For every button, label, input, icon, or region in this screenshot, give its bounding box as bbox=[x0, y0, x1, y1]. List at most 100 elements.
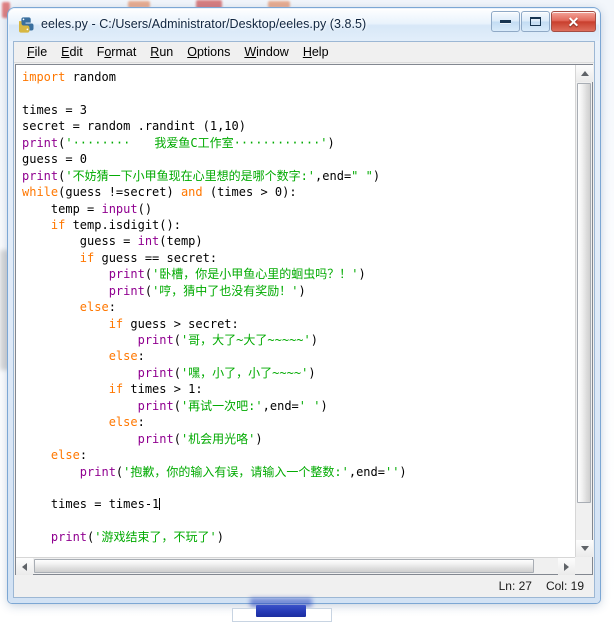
scroll-right-icon bbox=[564, 562, 569, 571]
code-token: while bbox=[22, 185, 59, 200]
code-token: '游戏结束了，不玩了' bbox=[94, 530, 217, 545]
code-token: : bbox=[137, 415, 145, 430]
maximize-button[interactable] bbox=[521, 11, 550, 32]
code-line: print('卧槽，你是小甲鱼心里的蛔虫吗？！') bbox=[22, 266, 575, 282]
code-line: else: bbox=[22, 414, 575, 430]
menu-item-Window[interactable]: Window bbox=[237, 43, 295, 61]
minimize-button[interactable] bbox=[491, 11, 520, 32]
menu-accelerator: F bbox=[27, 45, 35, 59]
horizontal-scrollbar[interactable] bbox=[16, 557, 575, 575]
code-token: ( bbox=[173, 398, 181, 413]
vertical-scrollbar-thumb[interactable] bbox=[577, 83, 591, 503]
code-token: '哼，猜中了也没有奖励！' bbox=[152, 283, 299, 298]
code-token: ,end= bbox=[348, 464, 385, 479]
menu-accelerator: E bbox=[61, 45, 70, 59]
minimize-icon bbox=[500, 20, 511, 23]
menu-item-Help[interactable]: Help bbox=[296, 43, 336, 61]
code-token: int bbox=[137, 234, 160, 249]
menu-item-Run[interactable]: Run bbox=[143, 43, 180, 61]
code-token: else bbox=[108, 349, 138, 364]
code-editor-text[interactable]: import random times = 3 secret = random .… bbox=[16, 65, 575, 557]
status-line-number: Ln: 27 bbox=[498, 579, 532, 593]
menu-item-File[interactable]: File bbox=[20, 43, 54, 61]
code-token: import bbox=[22, 70, 66, 84]
title-bar[interactable]: eeles.py - C:/Users/Administrator/Deskto… bbox=[8, 8, 600, 40]
code-token: times = times-1 bbox=[22, 497, 160, 512]
code-line: else: bbox=[22, 447, 575, 463]
taskbar-item-active-indicator[interactable] bbox=[256, 605, 306, 617]
code-token: else bbox=[79, 300, 109, 315]
code-line: print('嘿，小了，小了~~~~') bbox=[22, 365, 575, 381]
python-idle-icon bbox=[17, 16, 34, 33]
menu-item-Format[interactable]: Format bbox=[90, 43, 144, 61]
code-line: guess = 0 bbox=[22, 151, 575, 167]
menu-accelerator: W bbox=[244, 45, 257, 59]
code-line: print('再试一次吧:',end=' ') bbox=[22, 398, 575, 414]
status-bar: Ln: 27 Col: 19 bbox=[15, 576, 593, 596]
code-token: guess = bbox=[22, 234, 138, 249]
code-token: and bbox=[180, 185, 203, 200]
horizontal-scrollbar-thumb[interactable] bbox=[34, 559, 534, 573]
code-token: ( bbox=[173, 365, 181, 380]
scroll-right-button[interactable] bbox=[558, 558, 575, 575]
code-line: times = times-1 bbox=[22, 496, 575, 512]
code-token: : bbox=[79, 448, 88, 463]
menu-accelerator: o bbox=[104, 45, 112, 59]
code-token: print bbox=[108, 267, 145, 282]
code-line: secret = random .randint (1,10) bbox=[22, 118, 575, 134]
code-token: ) bbox=[310, 333, 318, 347]
window-controls: ✕ bbox=[490, 11, 596, 32]
code-token: ) bbox=[320, 398, 328, 413]
scroll-down-button[interactable] bbox=[576, 540, 593, 557]
close-icon: ✕ bbox=[567, 13, 580, 30]
code-token: print bbox=[137, 431, 174, 446]
scrollbar-corner bbox=[575, 557, 592, 574]
scroll-left-icon bbox=[22, 562, 27, 571]
code-token: ) bbox=[298, 283, 306, 298]
scroll-left-button[interactable] bbox=[16, 558, 33, 575]
code-token: print bbox=[137, 365, 174, 380]
code-token: ( bbox=[173, 431, 181, 446]
code-token: '嘿，小了，小了~~~~' bbox=[180, 365, 309, 380]
menu-item-Edit[interactable]: Edit bbox=[54, 43, 90, 61]
code-token: ( bbox=[173, 333, 181, 347]
code-token: " " bbox=[351, 168, 373, 183]
code-token: (times > 0): bbox=[202, 185, 297, 200]
text-cursor bbox=[159, 498, 161, 511]
code-line: temp = input() bbox=[22, 201, 575, 217]
code-token: '' bbox=[384, 464, 400, 479]
code-line: if temp.isdigit(): bbox=[22, 217, 575, 233]
scroll-up-button[interactable] bbox=[576, 65, 593, 82]
code-line: print('机会用光咯') bbox=[22, 431, 575, 447]
code-token: if bbox=[108, 382, 124, 397]
code-token: print bbox=[137, 398, 174, 413]
code-line: print('哥，大了~大了~~~~~') bbox=[22, 332, 575, 348]
code-token: () bbox=[137, 201, 153, 216]
code-token: print bbox=[108, 283, 145, 298]
code-token: ( bbox=[144, 283, 153, 298]
code-line: else: bbox=[22, 348, 575, 364]
close-button[interactable]: ✕ bbox=[551, 11, 596, 32]
code-token: if bbox=[79, 250, 95, 265]
maximize-icon bbox=[530, 17, 541, 26]
code-token: ) bbox=[216, 530, 224, 545]
code-line: else: bbox=[22, 299, 575, 315]
menu-item-Options[interactable]: Options bbox=[180, 43, 237, 61]
background-speck bbox=[268, 1, 290, 8]
code-line: if times > 1: bbox=[22, 381, 575, 397]
code-line: if guess == secret: bbox=[22, 250, 575, 266]
vertical-scrollbar[interactable] bbox=[575, 65, 593, 557]
menu-bar: File Edit Format Run Options Window Help bbox=[14, 42, 594, 63]
code-token: print bbox=[22, 135, 59, 150]
code-token: : bbox=[108, 300, 116, 315]
